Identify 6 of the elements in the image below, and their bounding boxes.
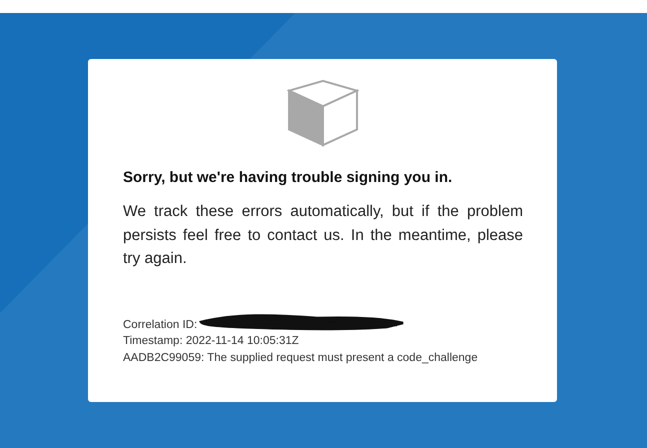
cube-icon <box>287 79 359 147</box>
error-message: We track these errors automatically, but if the problem persists feel free to contact us. In the meantime, please try again. <box>123 202 523 269</box>
detail-text: Timestamp: 2022-11-14 10:05:31Z <box>123 335 299 347</box>
detail-text: AADB2C99059: The supplied request must present a code_challenge <box>123 352 478 364</box>
error-heading: Sorry, but we're having trouble signing you in. <box>123 169 454 186</box>
detail-text: Correlation ID: <box>123 318 198 330</box>
